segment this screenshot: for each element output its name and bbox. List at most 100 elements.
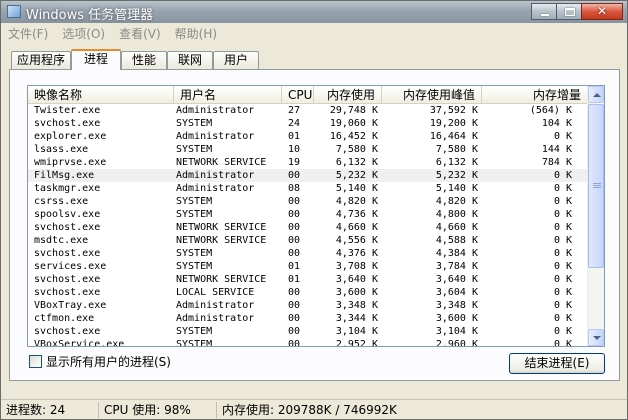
mem-usage-cell: 16,452 K xyxy=(329,131,378,142)
image-name-cell: wmiprvse.exe xyxy=(34,157,107,168)
process-row[interactable]: spoolsv.exe SYSTEM 00 4,736 K 4,800 K 0 K xyxy=(28,208,588,221)
user-name-cell: SYSTEM xyxy=(176,248,213,259)
show-all-users-option[interactable]: 显示所有用户的进程(S) xyxy=(29,354,171,369)
peak-mem-cell: 3,784 K xyxy=(435,261,478,272)
mem-delta-cell: 0 K xyxy=(553,274,572,285)
title-bar[interactable]: Windows 任务管理器 ✕ xyxy=(1,1,627,23)
scroll-down-button[interactable] xyxy=(588,329,604,346)
peak-mem-cell: 3,604 K xyxy=(435,287,478,298)
image-name-cell: lsass.exe xyxy=(34,144,89,155)
column-mem-delta[interactable]: 内存增量 xyxy=(482,86,588,104)
peak-mem-cell: 3,348 K xyxy=(435,300,478,311)
column-mem-usage[interactable]: 内存使用 xyxy=(314,86,382,104)
mem-usage-cell: 6,132 K xyxy=(335,157,378,168)
mem-delta-cell: 0 K xyxy=(553,183,572,194)
mem-delta-cell: 0 K xyxy=(553,222,572,233)
column-image-name[interactable]: 映像名称 xyxy=(28,86,174,104)
process-row[interactable]: lsass.exe SYSTEM 10 7,580 K 7,580 K 144 K xyxy=(28,143,588,156)
image-name-cell: svchost.exe xyxy=(34,222,101,233)
menu-bar: 文件(F) 选项(O) 查看(V) 帮助(H) xyxy=(1,24,627,42)
process-row[interactable]: explorer.exe Administrator 01 16,452 K 16,46… xyxy=(28,130,588,143)
mem-usage-cell: 2,952 K xyxy=(335,339,378,347)
mem-delta-cell: 0 K xyxy=(553,131,572,142)
grip-line-icon xyxy=(593,187,601,188)
mem-delta-cell: 0 K xyxy=(553,196,572,207)
cpu-cell: 00 xyxy=(288,326,301,337)
mem-delta-cell: 0 K xyxy=(553,326,572,337)
process-row[interactable]: taskmgr.exe Administrator 08 5,140 K 5,140 K… xyxy=(28,182,588,195)
tab-processes[interactable]: 进程 xyxy=(71,49,121,70)
image-name-cell: csrss.exe xyxy=(34,196,89,207)
cpu-cell: 19 xyxy=(288,157,301,168)
cpu-cell: 00 xyxy=(288,235,301,246)
tab-performance[interactable]: 性能 xyxy=(121,51,167,69)
image-name-cell: spoolsv.exe xyxy=(34,209,101,220)
chevron-up-icon xyxy=(593,93,601,97)
process-row[interactable]: svchost.exe NETWORK SERVICE 01 3,640 K 3,640… xyxy=(28,273,588,286)
maximize-button[interactable] xyxy=(556,3,582,20)
image-name-cell: svchost.exe xyxy=(34,118,101,129)
mem-usage-cell: 4,820 K xyxy=(335,196,378,207)
menu-file[interactable]: 文件(F) xyxy=(1,24,55,42)
process-list-body: Twister.exe Administrator 27 29,748 K 37,592… xyxy=(28,104,588,347)
peak-mem-cell: 3,640 K xyxy=(435,274,478,285)
tab-applications[interactable]: 应用程序 xyxy=(11,51,71,69)
scroll-up-button[interactable] xyxy=(588,86,604,103)
process-row[interactable]: VBoxService.exe SYSTEM 00 2,952 K 2,960 K 0 K xyxy=(28,338,588,347)
peak-mem-cell: 5,140 K xyxy=(435,183,478,194)
column-cpu[interactable]: CPU xyxy=(282,86,314,104)
process-row[interactable]: svchost.exe SYSTEM 24 19,060 K 19,200 K 104 K xyxy=(28,117,588,130)
menu-view[interactable]: 查看(V) xyxy=(112,24,168,42)
process-list-header: 映像名称 用户名 CPU 内存使用 内存使用峰值 内存增量 xyxy=(28,86,588,104)
show-all-users-checkbox[interactable] xyxy=(29,354,42,368)
mem-usage-cell: 5,140 K xyxy=(335,183,378,194)
end-process-button[interactable]: 结束进程(E) xyxy=(509,353,605,374)
process-row[interactable]: csrss.exe SYSTEM 00 4,820 K 4,820 K 0 K xyxy=(28,195,588,208)
cpu-cell: 10 xyxy=(288,144,301,155)
cpu-cell: 01 xyxy=(288,261,301,272)
process-row[interactable]: FilMsg.exe Administrator 00 5,232 K 5,232 K 0… xyxy=(28,169,588,182)
process-row[interactable]: wmiprvse.exe NETWORK SERVICE 19 6,132 K 6,13… xyxy=(28,156,588,169)
process-row[interactable]: msdtc.exe NETWORK SERVICE 00 4,556 K 4,588 K… xyxy=(28,234,588,247)
minimize-button[interactable] xyxy=(531,3,557,20)
mem-usage-cell: 5,232 K xyxy=(335,170,378,181)
mem-delta-cell: 144 K xyxy=(541,144,572,155)
peak-mem-cell: 4,588 K xyxy=(435,235,478,246)
user-name-cell: Administrator xyxy=(176,313,255,324)
peak-mem-cell: 6,132 K xyxy=(435,157,478,168)
mem-delta-cell: 784 K xyxy=(541,157,572,168)
mem-usage-cell: 4,660 K xyxy=(335,222,378,233)
process-row[interactable]: ctfmon.exe Administrator 00 3,344 K 3,600 K 0… xyxy=(28,312,588,325)
process-list[interactable]: 映像名称 用户名 CPU 内存使用 内存使用峰值 内存增量 Twister.ex… xyxy=(27,85,605,347)
mem-usage-cell: 19,060 K xyxy=(329,118,378,129)
peak-mem-cell: 4,820 K xyxy=(435,196,478,207)
column-peak-mem[interactable]: 内存使用峰值 xyxy=(382,86,482,104)
user-name-cell: NETWORK SERVICE xyxy=(176,274,267,285)
scroll-thumb[interactable] xyxy=(588,104,604,268)
menu-help[interactable]: 帮助(H) xyxy=(168,24,224,42)
process-row[interactable]: services.exe SYSTEM 01 3,708 K 3,784 K 0 K xyxy=(28,260,588,273)
close-button[interactable]: ✕ xyxy=(581,3,623,20)
process-row[interactable]: svchost.exe NETWORK SERVICE 00 4,660 K 4,660… xyxy=(28,221,588,234)
window-title: Windows 任务管理器 xyxy=(26,8,154,23)
process-row[interactable]: svchost.exe SYSTEM 00 3,104 K 3,104 K 0 K xyxy=(28,325,588,338)
mem-usage-cell: 3,708 K xyxy=(335,261,378,272)
user-name-cell: NETWORK SERVICE xyxy=(176,157,267,168)
tab-networking[interactable]: 联网 xyxy=(167,51,213,69)
vertical-scrollbar[interactable] xyxy=(587,86,604,346)
process-row[interactable]: VBoxTray.exe Administrator 00 3,348 K 3,348 … xyxy=(28,299,588,312)
user-name-cell: SYSTEM xyxy=(176,118,213,129)
tab-users[interactable]: 用户 xyxy=(213,51,259,69)
image-name-cell: services.exe xyxy=(34,261,107,272)
mem-delta-cell: 0 K xyxy=(553,235,572,246)
process-row[interactable]: Twister.exe Administrator 27 29,748 K 37,592… xyxy=(28,104,588,117)
image-name-cell: taskmgr.exe xyxy=(34,183,101,194)
process-row[interactable]: svchost.exe SYSTEM 00 4,376 K 4,384 K 0 K xyxy=(28,247,588,260)
menu-options[interactable]: 选项(O) xyxy=(55,24,112,42)
process-row[interactable]: svchost.exe LOCAL SERVICE 00 3,600 K 3,604 K… xyxy=(28,286,588,299)
mem-delta-cell: 0 K xyxy=(553,209,572,220)
image-name-cell: msdtc.exe xyxy=(34,235,89,246)
minimize-icon xyxy=(541,14,549,16)
column-user-name[interactable]: 用户名 xyxy=(174,86,282,104)
peak-mem-cell: 37,592 K xyxy=(429,105,478,116)
